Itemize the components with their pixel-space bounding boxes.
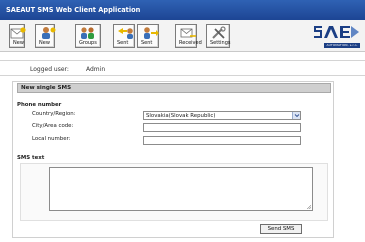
new-sms-button[interactable]: New xyxy=(9,24,26,48)
company-logo: AUTOMATION, s.r.o. xyxy=(312,22,360,50)
settings-icon xyxy=(212,26,226,39)
sent-folder-button[interactable]: Sent xyxy=(137,24,159,48)
area-code-input[interactable] xyxy=(143,123,301,132)
new-sms-label: New xyxy=(13,40,24,46)
area-code-label: City/Area code: xyxy=(32,123,74,129)
send-sms-button[interactable]: Send SMS xyxy=(260,224,302,234)
received-label: Received xyxy=(179,40,202,46)
new-sms-icon xyxy=(10,27,26,39)
sms-text-input[interactable] xyxy=(49,167,313,211)
chevron-down-icon xyxy=(294,114,300,118)
local-number-input[interactable] xyxy=(143,136,301,145)
new-contact-button[interactable]: New xyxy=(35,24,56,48)
country-value: Slovakia(Slovak Republic) xyxy=(146,113,216,119)
settings-label: Settings xyxy=(210,40,231,46)
sent-icon xyxy=(118,28,133,39)
settings-button[interactable]: Settings xyxy=(206,24,231,48)
country-label: Country/Region: xyxy=(32,111,76,117)
local-number-label: Local number: xyxy=(32,136,71,142)
groups-label: Groups xyxy=(79,40,97,46)
form-header: New single SMS xyxy=(17,83,331,93)
phone-section-label: Phone number xyxy=(17,102,62,108)
sent-folder-label: Sent xyxy=(141,40,153,46)
groups-icon xyxy=(81,27,94,39)
logged-user-name: Admin xyxy=(86,66,106,73)
app-title: SAEAUT SMS Web Client Application xyxy=(6,6,141,14)
app-title-bar: SAEAUT SMS Web Client Application xyxy=(0,0,365,20)
sent-button[interactable]: Sent xyxy=(113,24,135,48)
sent-label: Sent xyxy=(117,40,129,46)
sms-text-section-label: SMS text xyxy=(17,155,45,161)
received-button[interactable]: Received xyxy=(175,24,202,48)
new-contact-label: New xyxy=(39,40,50,46)
sae-logo-icon xyxy=(314,26,359,38)
country-dropdown-button[interactable] xyxy=(292,112,300,119)
groups-button[interactable]: Groups xyxy=(75,24,101,48)
received-icon xyxy=(180,28,196,38)
country-select[interactable]: Slovakia(Slovak Republic) xyxy=(143,111,301,120)
resize-grip-icon[interactable] xyxy=(306,204,311,209)
toolbar: New New Groups Sent Sent Received Settin… xyxy=(0,20,365,52)
logo-tagline: AUTOMATION, s.r.o. xyxy=(324,43,360,48)
new-contact-icon xyxy=(42,27,56,39)
sent-folder-icon xyxy=(144,27,159,39)
logged-user-label: Logged user: xyxy=(30,66,69,73)
logged-user-row: Logged user: Admin xyxy=(0,60,365,76)
